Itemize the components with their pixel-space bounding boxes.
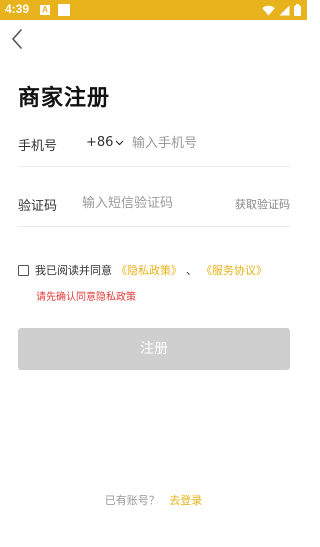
get-code-button[interactable]: 获取验证码 bbox=[235, 196, 290, 212]
agreement-text: 我已阅读并同意 bbox=[35, 264, 112, 277]
status-bar: 4:39 A bbox=[0, 0, 307, 20]
code-row: 验证码 获取验证码 bbox=[18, 182, 290, 227]
country-code-value: +86 bbox=[86, 135, 114, 150]
signal-icon bbox=[279, 1, 290, 20]
agreement-separator: 、 bbox=[186, 264, 197, 277]
phone-input[interactable] bbox=[132, 130, 282, 156]
battery-icon bbox=[294, 1, 301, 20]
code-input[interactable] bbox=[82, 190, 222, 216]
login-row: 已有账号？ 去登录 bbox=[0, 492, 307, 508]
wifi-icon bbox=[262, 1, 275, 20]
phone-label: 手机号 bbox=[18, 139, 58, 154]
register-button[interactable]: 注册 bbox=[18, 328, 290, 370]
code-label: 验证码 bbox=[18, 199, 58, 214]
login-link[interactable]: 去登录 bbox=[169, 494, 202, 507]
notification-square-icon bbox=[58, 4, 70, 16]
chevron-left-icon bbox=[10, 29, 24, 54]
back-button[interactable] bbox=[10, 28, 30, 52]
phone-row: 手机号 +86 bbox=[18, 122, 290, 167]
agreement-checkbox[interactable] bbox=[18, 264, 29, 276]
status-indicators bbox=[262, 3, 301, 16]
privacy-policy-link[interactable]: 《隐私政策》 bbox=[116, 262, 182, 278]
login-prompt: 已有账号？ bbox=[104, 494, 160, 507]
status-time: 4:39 bbox=[5, 2, 30, 16]
chevron-down-icon bbox=[115, 135, 124, 150]
page-title: 商家注册 bbox=[18, 86, 111, 111]
service-agreement-link[interactable]: 《服务协议》 bbox=[201, 262, 267, 278]
country-code-selector[interactable]: +86 bbox=[86, 135, 124, 150]
notification-a-icon: A bbox=[40, 5, 50, 15]
agreement-row: 我已阅读并同意 《隐私政策》 、 《服务协议》 bbox=[18, 262, 267, 278]
agreement-warning: 请先确认同意隐私政策 bbox=[36, 292, 136, 303]
